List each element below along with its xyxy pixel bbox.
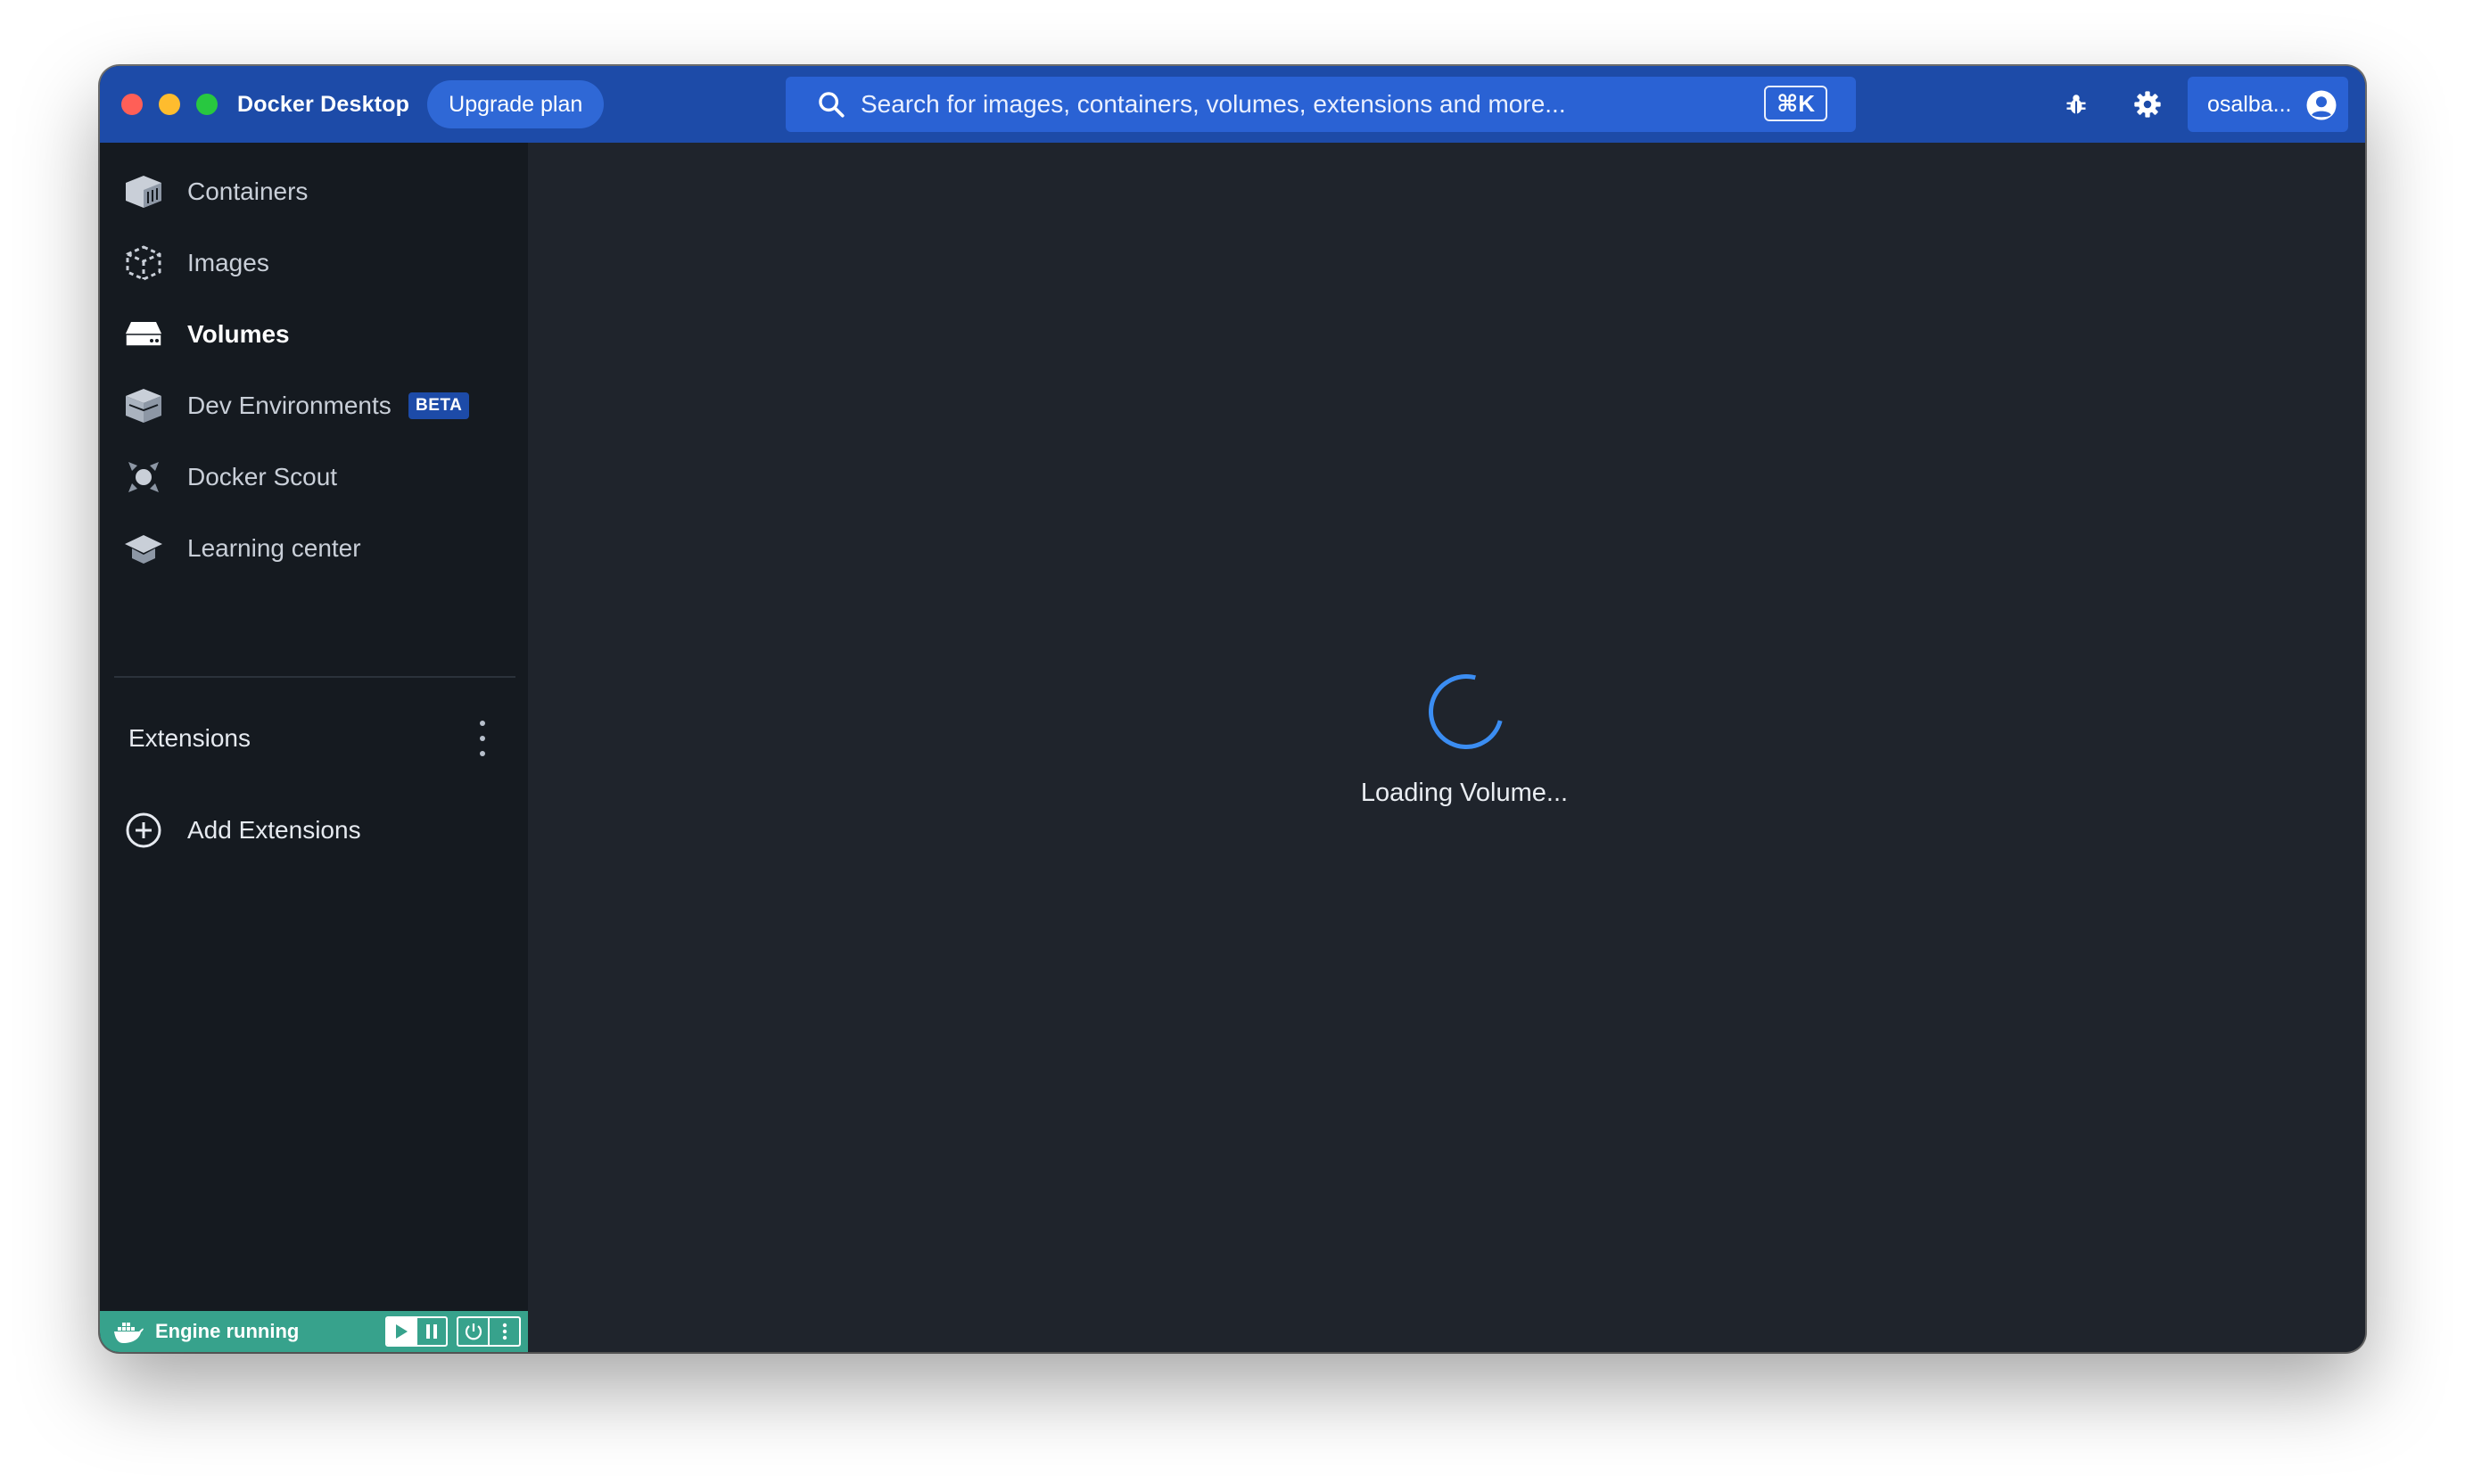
gear-icon	[2134, 91, 2161, 118]
quit-engine-button[interactable]	[458, 1318, 488, 1345]
bug-icon	[2066, 95, 2086, 114]
loading-message: Loading Volume...	[1360, 779, 1569, 807]
engine-status-text: Engine running	[155, 1320, 300, 1342]
sidebar-item-learning-center[interactable]: Learning center	[100, 517, 528, 580]
extensions-heading: Extensions	[128, 724, 251, 752]
search-icon	[819, 92, 845, 118]
extensions-more-menu[interactable]	[469, 721, 496, 756]
troubleshoot-button[interactable]	[2057, 86, 2095, 123]
account-name: osalba...	[2207, 91, 2292, 117]
close-window-button[interactable]	[121, 94, 143, 115]
volumes-icon	[123, 314, 164, 355]
sidebar-item-images[interactable]: Images	[100, 232, 528, 294]
docker-scout-icon	[123, 457, 164, 498]
containers-icon	[123, 171, 164, 212]
beta-badge: BETA	[408, 392, 470, 419]
learning-center-icon	[123, 528, 164, 569]
settings-button[interactable]	[2129, 86, 2166, 123]
global-search-bar[interactable]: Search for images, containers, volumes, …	[786, 77, 1856, 132]
dev-environments-icon	[123, 385, 164, 426]
images-icon	[123, 243, 164, 284]
sidebar-item-volumes[interactable]: Volumes	[100, 303, 528, 366]
upgrade-plan-button[interactable]: Upgrade plan	[427, 80, 605, 128]
minimize-window-button[interactable]	[159, 94, 180, 115]
engine-playback-controls	[385, 1316, 448, 1347]
sidebar-item-label: Images	[187, 249, 269, 276]
sidebar-item-label: Add Extensions	[187, 816, 361, 844]
play-icon	[396, 1324, 408, 1339]
sidebar-item-dev-environments[interactable]: Dev Environments BETA	[100, 375, 528, 437]
engine-more-menu[interactable]	[488, 1318, 519, 1345]
sidebar-item-label: Containers	[187, 177, 309, 205]
sidebar-item-label: Volumes	[187, 320, 290, 348]
engine-power-controls	[457, 1316, 521, 1347]
sidebar-item-add-extensions[interactable]: Add Extensions	[100, 799, 528, 862]
sidebar-item-label: Dev Environments	[187, 392, 392, 419]
more-vertical-icon	[480, 721, 485, 726]
search-placeholder: Search for images, containers, volumes, …	[861, 90, 1566, 118]
sidebar: Containers Images Volumes Dev Environmen…	[100, 143, 528, 1352]
sidebar-item-docker-scout[interactable]: Docker Scout	[100, 446, 528, 508]
loading-spinner-icon	[1414, 660, 1518, 763]
engine-status-bar: Engine running	[100, 1311, 528, 1352]
more-vertical-icon	[502, 1323, 507, 1340]
add-circle-icon	[123, 810, 164, 851]
sidebar-divider	[114, 676, 515, 678]
resume-engine-button[interactable]	[387, 1318, 416, 1345]
main-content: Loading Volume...	[528, 143, 2365, 1352]
account-icon	[2306, 90, 2337, 120]
pause-engine-button[interactable]	[416, 1318, 446, 1345]
app-window: Docker Desktop Upgrade plan Search for i…	[100, 66, 2365, 1352]
title-bar: Docker Desktop Upgrade plan Search for i…	[100, 66, 2365, 143]
sidebar-item-containers[interactable]: Containers	[100, 161, 528, 223]
sidebar-item-label: Docker Scout	[187, 463, 338, 491]
window-controls	[121, 94, 218, 115]
pause-icon	[426, 1324, 437, 1339]
sidebar-item-label: Learning center	[187, 534, 361, 562]
docker-whale-icon	[114, 1323, 144, 1343]
account-button[interactable]: osalba...	[2188, 77, 2348, 132]
app-title: Docker Desktop	[237, 91, 410, 117]
power-icon	[465, 1323, 482, 1340]
maximize-window-button[interactable]	[196, 94, 218, 115]
search-shortcut-badge: ⌘K	[1764, 86, 1827, 121]
